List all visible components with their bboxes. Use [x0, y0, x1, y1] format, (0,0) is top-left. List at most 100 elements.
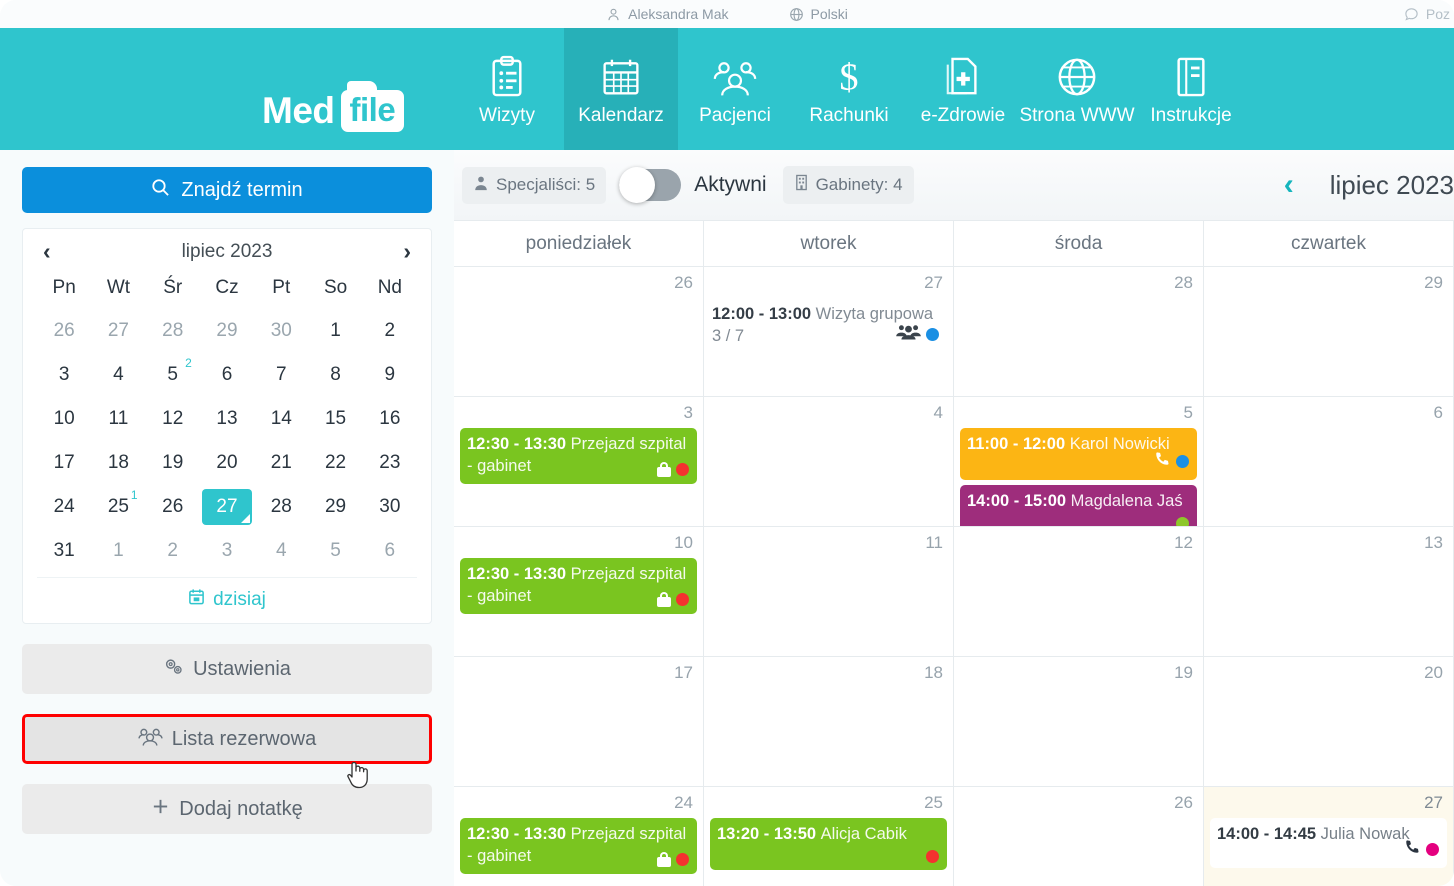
day-number: 20: [1424, 663, 1443, 682]
mini-calendar-day[interactable]: 11: [91, 397, 145, 441]
calendar-day-cell[interactable]: 26: [954, 787, 1204, 886]
mini-calendar-day[interactable]: 30: [363, 485, 417, 529]
calendar-day-cell[interactable]: 27 14:00 - 14:45 Julia Nowak: [1204, 787, 1454, 886]
support-link[interactable]: Poz: [1404, 0, 1450, 28]
calendar-day-cell[interactable]: 29: [1204, 267, 1454, 397]
day-number: 26: [674, 273, 693, 292]
mini-calendar-day[interactable]: 26: [146, 485, 200, 529]
calendar-day-cell[interactable]: 12: [954, 527, 1204, 657]
mini-calendar-day[interactable]: 17: [37, 441, 91, 485]
mini-calendar-day[interactable]: 4: [254, 529, 308, 573]
mini-calendar-day[interactable]: 6: [200, 353, 254, 397]
mini-calendar-day[interactable]: 22: [308, 441, 362, 485]
calendar-day-cell[interactable]: 10 12:30 - 13:30 Przejazd szpital - gabin…: [454, 527, 704, 657]
mini-calendar-day[interactable]: 29: [200, 309, 254, 353]
mini-calendar-day[interactable]: 9: [363, 353, 417, 397]
mini-calendar-day[interactable]: 8: [308, 353, 362, 397]
mini-calendar-day[interactable]: 18: [91, 441, 145, 485]
mini-calendar-day[interactable]: 13: [200, 397, 254, 441]
mini-calendar-day[interactable]: 2: [363, 309, 417, 353]
calendar-day-cell[interactable]: 5 11:00 - 12:00 Karol Nowicki 14:00 - 15:0…: [954, 397, 1204, 527]
calendar-event[interactable]: 14:00 - 14:45 Julia Nowak: [1210, 818, 1447, 868]
calendar-day-cell[interactable]: 24 12:30 - 13:30 Przejazd szpital - gabin…: [454, 787, 704, 886]
calendar-event[interactable]: 14:00 - 15:00 Magdalena Jaś: [960, 485, 1197, 526]
mini-calendar-day[interactable]: 15: [308, 397, 362, 441]
mini-calendar-day[interactable]: 4: [91, 353, 145, 397]
calendar-day-cell[interactable]: 28: [954, 267, 1204, 397]
mini-calendar-day[interactable]: 29: [308, 485, 362, 529]
mini-calendar-day[interactable]: 5: [308, 529, 362, 573]
nav-item-kalendarz[interactable]: Kalendarz: [564, 28, 678, 150]
mini-calendar-day[interactable]: 16: [363, 397, 417, 441]
nav-item-pacjenci[interactable]: Pacjenci: [678, 28, 792, 150]
specialists-filter[interactable]: Specjaliści: 5: [462, 166, 607, 204]
mini-calendar-day[interactable]: 26: [37, 309, 91, 353]
add-note-button[interactable]: Dodaj notatkę: [22, 784, 432, 834]
mini-calendar-day[interactable]: 27: [200, 485, 254, 529]
rooms-filter[interactable]: Gabinety: 4: [782, 166, 914, 204]
calendar-day-cell[interactable]: 17: [454, 657, 704, 787]
mini-calendar-day[interactable]: 6: [363, 529, 417, 573]
day-number: 29: [1424, 273, 1443, 292]
calendar-event[interactable]: 12:00 - 13:00 Wizyta grupowa 3 / 7: [710, 298, 947, 354]
calendar-day-cell[interactable]: 4: [704, 397, 954, 527]
waiting-list-button[interactable]: Lista rezerwowa: [22, 714, 432, 764]
calendar-day-cell[interactable]: 20: [1204, 657, 1454, 787]
day-number: 4: [933, 403, 943, 422]
calendar-day-cell[interactable]: 25 13:20 - 13:50 Alicja Cabik: [704, 787, 954, 886]
calendar-day-cell[interactable]: 6: [1204, 397, 1454, 527]
calendar-event[interactable]: 11:00 - 12:00 Karol Nowicki: [960, 428, 1197, 480]
day-number: 5: [1183, 403, 1193, 422]
nav-item-rachunki[interactable]: $ Rachunki: [792, 28, 906, 150]
mini-calendar-day[interactable]: 2: [146, 529, 200, 573]
nav-item-strona-www[interactable]: Strona WWW: [1019, 28, 1135, 150]
mini-calendar-grid: Pn Wt Śr Cz Pt So Nd 26 27 28 29 30 1 2 3 4 5 2 6 7 8 9 10 11 12…: [37, 271, 417, 573]
active-toggle[interactable]: [619, 167, 682, 203]
mini-calendar-day[interactable]: 21: [254, 441, 308, 485]
event-status-dot: [926, 328, 939, 342]
mini-calendar-day[interactable]: 1: [308, 309, 362, 353]
mini-calendar-day[interactable]: 3: [37, 353, 91, 397]
calendar-event[interactable]: 12:30 - 13:30 Przejazd szpital - gabinet: [460, 818, 697, 874]
calendar-day-cell[interactable]: 11: [704, 527, 954, 657]
mini-calendar-day[interactable]: 30: [254, 309, 308, 353]
calendar-day-cell[interactable]: 26: [454, 267, 704, 397]
mini-calendar-day[interactable]: 24: [37, 485, 91, 529]
nav-item-e-zdrowie[interactable]: e-Zdrowie: [906, 28, 1020, 150]
mini-calendar-day[interactable]: 23: [363, 441, 417, 485]
find-appointment-button[interactable]: Znajdź termin: [22, 167, 432, 213]
mini-calendar-day[interactable]: 25 1: [91, 485, 145, 529]
calendar-event[interactable]: 12:30 - 13:30 Przejazd szpital - gabinet: [460, 558, 697, 614]
calendar-day-cell[interactable]: 18: [704, 657, 954, 787]
mini-calendar-today-button[interactable]: dzisiaj: [37, 577, 417, 617]
mini-calendar-day[interactable]: 31: [37, 529, 91, 573]
calendar-event[interactable]: 12:30 - 13:30 Przejazd szpital - gabinet: [460, 428, 697, 484]
calendar-day-cell[interactable]: 13: [1204, 527, 1454, 657]
mini-calendar-prev-button[interactable]: ‹: [43, 240, 51, 263]
current-user[interactable]: Aleksandra Mak: [606, 6, 729, 22]
calendar-day-cell[interactable]: 19: [954, 657, 1204, 787]
nav-item-instrukcje[interactable]: Instrukcje: [1134, 28, 1248, 150]
mini-calendar-day[interactable]: 10: [37, 397, 91, 441]
mini-calendar-day[interactable]: 12: [146, 397, 200, 441]
mini-calendar-day[interactable]: 27: [91, 309, 145, 353]
mini-calendar-day[interactable]: 1: [91, 529, 145, 573]
mini-calendar-day[interactable]: 19: [146, 441, 200, 485]
language-selector[interactable]: Polski: [789, 6, 848, 22]
mini-calendar-day[interactable]: 7: [254, 353, 308, 397]
app-logo[interactable]: Med file: [262, 81, 405, 132]
calendar-day-cell[interactable]: 3 12:30 - 13:30 Przejazd szpital - gabine…: [454, 397, 704, 527]
previous-month-button[interactable]: ‹: [1284, 170, 1294, 200]
mini-calendar-day[interactable]: 28: [146, 309, 200, 353]
mini-calendar-next-button[interactable]: ›: [403, 240, 411, 263]
calendar-day-cell[interactable]: 27 12:00 - 13:00 Wizyta grupowa 3 / 7: [704, 267, 954, 397]
calendar-event[interactable]: 13:20 - 13:50 Alicja Cabik: [710, 818, 947, 870]
mini-calendar-day[interactable]: 3: [200, 529, 254, 573]
event-name: Julia Nowak: [1320, 825, 1410, 843]
mini-calendar-day[interactable]: 52: [146, 353, 200, 397]
mini-calendar-day[interactable]: 14: [254, 397, 308, 441]
mini-calendar-day[interactable]: 20: [200, 441, 254, 485]
settings-button[interactable]: Ustawienia: [22, 644, 432, 694]
nav-item-wizyty[interactable]: Wizyty: [450, 28, 564, 150]
mini-calendar-day[interactable]: 28: [254, 485, 308, 529]
